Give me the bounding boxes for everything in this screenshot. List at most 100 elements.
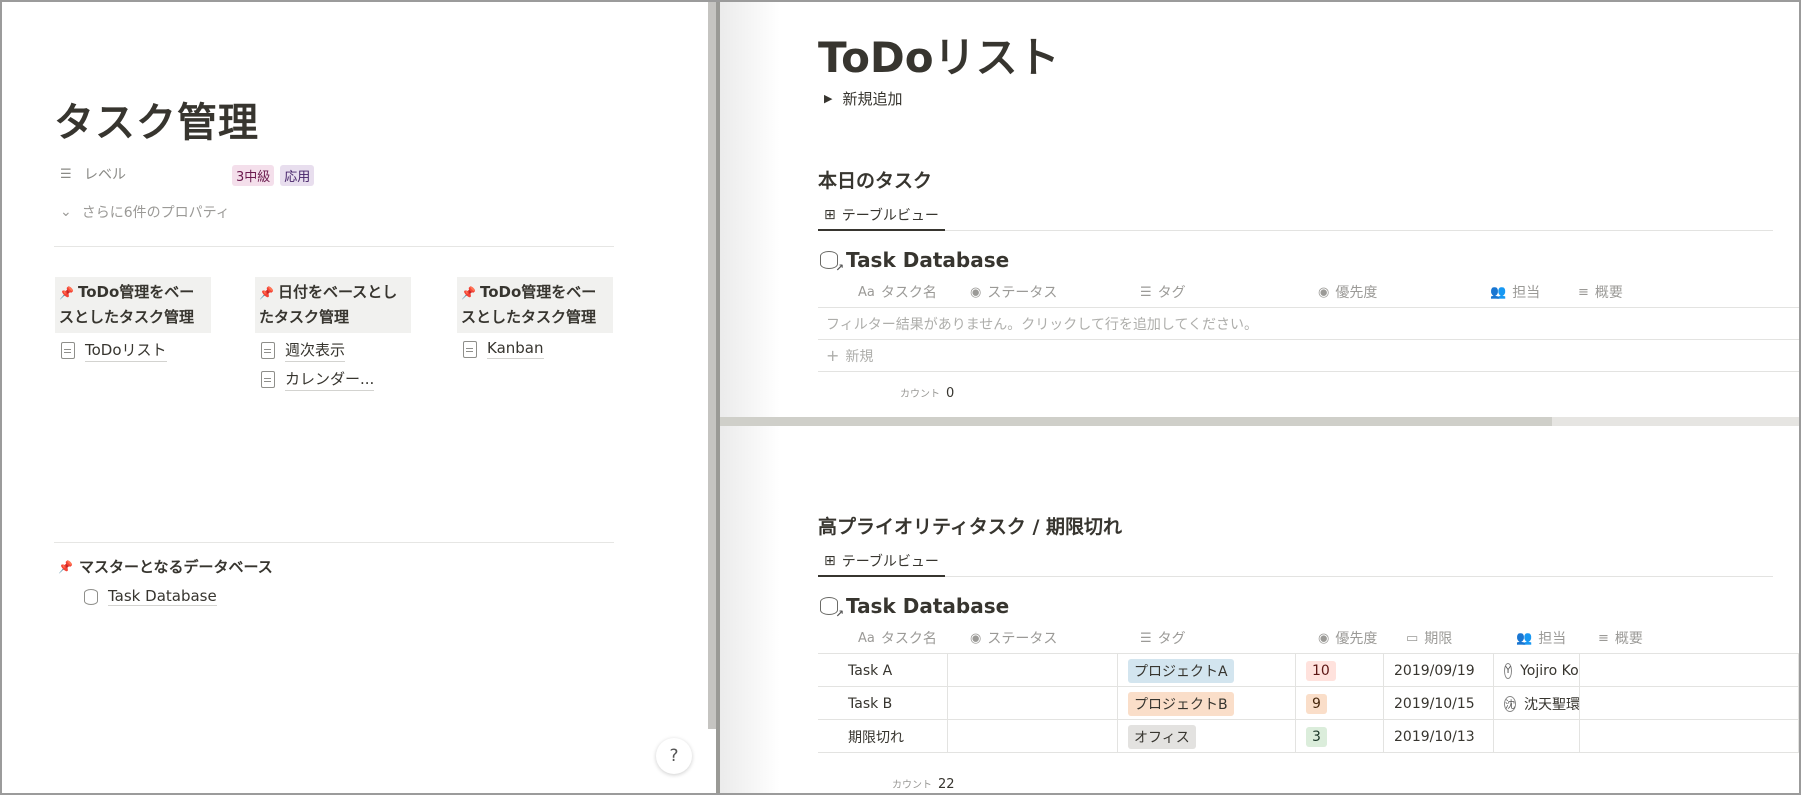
scrollbar-thumb[interactable] [720, 417, 1552, 426]
page-link[interactable]: 週次表示 [255, 339, 411, 362]
more-properties-label: さらに6件のプロパティ [81, 205, 230, 221]
status-icon: ◉ [970, 284, 982, 300]
database-title-text: Task Database [846, 594, 1010, 618]
count-value: 22 [938, 777, 955, 792]
column-header[interactable]: ◉ 優先度 [1318, 276, 1377, 308]
column-header-label: ステータス [987, 285, 1058, 301]
column-header[interactable]: ◉ 優先度 [1318, 622, 1377, 654]
cell-status[interactable] [948, 720, 1118, 753]
new-row-label: 新規 [845, 348, 874, 365]
cell-task-name[interactable]: Task B [818, 687, 948, 720]
column-header[interactable]: ▭ 期限 [1406, 622, 1452, 654]
page-title: タスク管理 [54, 100, 259, 146]
tag-pill: オフィス [1128, 724, 1196, 749]
row-count: カウント 22 [892, 776, 955, 792]
help-button[interactable]: ? [656, 738, 692, 774]
cell-status[interactable] [948, 654, 1118, 687]
cell-priority[interactable]: 10 [1296, 654, 1384, 687]
column-header[interactable]: ≡ 概要 [1598, 622, 1643, 654]
cell-summary[interactable] [1580, 720, 1799, 753]
row-count: カウント 0 [900, 385, 954, 401]
cell-owner[interactable] [1494, 720, 1580, 753]
count-value: 0 [946, 386, 955, 401]
master-heading-text: マスターとなるデータベース [78, 558, 273, 576]
database-link[interactable]: Task Database [84, 587, 217, 606]
text-lines-icon: ≡ [1578, 284, 1589, 300]
cell-due[interactable]: 2019/10/13 [1384, 720, 1494, 753]
database-title[interactable]: Task Database [820, 248, 1010, 274]
column-2: 📌 日付をベースとしたタスク管理 週次表示 カレンダー... [255, 277, 411, 391]
cell-summary[interactable] [1580, 687, 1799, 720]
left-scrollbar[interactable] [708, 2, 716, 729]
database-title[interactable]: Task Database [820, 594, 1010, 620]
callout[interactable]: 📌 ToDo管理をベースとしたタスク管理 [55, 277, 211, 333]
tag-pill: 応用 [280, 165, 315, 186]
property-label: レベル [84, 167, 126, 183]
column-header[interactable]: Aa タスク名 [858, 276, 937, 308]
cell-owner[interactable]: Y Yojiro Kond [1494, 654, 1580, 687]
new-row-button[interactable]: + 新規 [818, 340, 1799, 372]
page-link[interactable]: カレンダー... [255, 368, 411, 391]
page-icon [261, 342, 275, 359]
page-icon [463, 340, 477, 358]
column-header[interactable]: ☰ タグ [1140, 622, 1186, 654]
tab-table-view[interactable]: ⊞ テーブルビュー [818, 547, 945, 577]
table-row[interactable]: Task B プロジェクトB 9 2019/10/15 沈沈天聖環 [818, 687, 1799, 720]
cell-tag[interactable]: プロジェクトB [1118, 687, 1296, 720]
column-header[interactable]: Aa タスク名 [858, 622, 937, 654]
more-properties-toggle[interactable]: ⌄ さらに6件のプロパティ [60, 202, 230, 222]
tab-table-view[interactable]: ⊞ テーブルビュー [818, 201, 945, 231]
tag-pill: プロジェクトA [1128, 658, 1234, 683]
column-header-label: 期限 [1424, 631, 1453, 647]
toggle-new[interactable]: ▶ 新規追加 [824, 88, 902, 109]
table-row[interactable]: Task A プロジェクトA 10 2019/09/19 Y Yojiro Kond [818, 654, 1799, 687]
pushpin-icon: 📌 [259, 286, 274, 300]
count-label: カウント [900, 389, 940, 400]
status-icon: ◉ [970, 630, 982, 646]
cell-priority[interactable]: 3 [1296, 720, 1384, 753]
cell-due[interactable]: 2019/09/19 [1384, 654, 1494, 687]
column-header[interactable]: ◉ ステータス [970, 276, 1057, 308]
column-header-label: タスク名 [880, 631, 937, 647]
column-header-label: タグ [1157, 285, 1186, 301]
column-header-label: 概要 [1614, 631, 1643, 647]
cell-tag[interactable]: オフィス [1118, 720, 1296, 753]
column-header-label: 優先度 [1335, 631, 1378, 647]
column-3: 📌 ToDo管理をベースとしたタスク管理 Kanban [457, 277, 613, 359]
page-link[interactable]: ToDoリスト [55, 339, 211, 362]
column-header[interactable]: ≡ 概要 [1578, 276, 1623, 308]
pushpin-icon: 📌 [461, 286, 476, 300]
due-date: 2019/10/15 [1394, 695, 1475, 712]
cell-priority[interactable]: 9 [1296, 687, 1384, 720]
left-pane: タスク管理 ☰ レベル 3中級 応用 ⌄ さらに6件のプロパティ 📌 ToDo管理を… [2, 2, 708, 793]
page-link-label: ToDoリスト [85, 339, 167, 362]
column-header-label: タグ [1157, 631, 1186, 647]
cell-tag[interactable]: プロジェクトA [1118, 654, 1296, 687]
cell-task-name[interactable]: Task A [818, 654, 948, 687]
column-header-label: タスク名 [880, 285, 937, 301]
cell-task-name[interactable]: 期限切れ [818, 720, 948, 753]
table-row[interactable]: 期限切れ オフィス 3 2019/10/13 [818, 720, 1799, 753]
chevron-down-icon: ⌄ [60, 204, 72, 220]
divider [54, 246, 614, 247]
column-header[interactable]: 👥 担当 [1490, 276, 1540, 308]
column-header[interactable]: ☰ タグ [1140, 276, 1186, 308]
empty-filter-message[interactable]: フィルター結果がありません。クリックして行を追加してください。 [818, 308, 1799, 340]
property-level-tags[interactable]: 3中級 応用 [232, 165, 315, 186]
horizontal-scrollbar[interactable] [720, 417, 1799, 426]
cell-status[interactable] [948, 687, 1118, 720]
cell-owner[interactable]: 沈沈天聖環 [1494, 687, 1580, 720]
column-header[interactable]: ◉ ステータス [970, 622, 1057, 654]
cell-due[interactable]: 2019/10/15 [1384, 687, 1494, 720]
list-icon: ☰ [1140, 284, 1152, 300]
cell-summary[interactable] [1580, 654, 1799, 687]
text-icon: Aa [858, 284, 875, 300]
linked-database-icon [820, 597, 844, 620]
page-link[interactable]: Kanban [457, 339, 613, 359]
callout[interactable]: 📌 ToDo管理をベースとしたタスク管理 [457, 277, 613, 333]
database-title-text: Task Database [846, 248, 1010, 272]
column-header[interactable]: 👥 担当 [1516, 622, 1566, 654]
property-level[interactable]: ☰ レベル [60, 164, 126, 184]
callout[interactable]: 📌 日付をベースとしたタスク管理 [255, 277, 411, 333]
avatar: Y [1504, 662, 1513, 679]
